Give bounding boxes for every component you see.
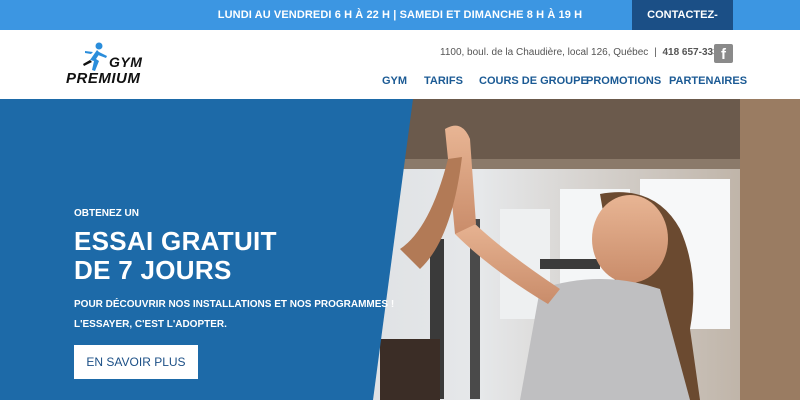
logo-gym-text: GYM (109, 54, 143, 70)
hero-banner: OBTENEZ UN ESSAI GRATUIT DE 7 JOURS POUR… (0, 99, 800, 400)
site-header: GYM PREMIUM 1100, boul. de la Chaudière,… (0, 30, 800, 99)
nav-tarifs[interactable]: TARIFS (424, 72, 463, 90)
nav-promotions[interactable]: PROMOTIONS (586, 72, 661, 90)
nav-gym[interactable]: GYM (382, 72, 407, 90)
hero-subtitle: POUR DÉCOUVRIR NOS INSTALLATIONS ET NOS … (74, 295, 394, 335)
separator: | (654, 47, 657, 58)
nav-partenaires[interactable]: PARTENAIRES (669, 72, 747, 90)
contact-info: 1100, boul. de la Chaudière, local 126, … (440, 45, 724, 61)
hero-subtitle-line-1: POUR DÉCOUVRIR NOS INSTALLATIONS ET NOS … (74, 299, 395, 310)
hero-title: ESSAI GRATUIT DE 7 JOURS (74, 227, 277, 285)
top-bar: LUNDI AU VENDREDI 6 H À 22 H | SAMEDI ET… (0, 0, 800, 51)
hero-eyebrow: OBTENEZ UN (74, 208, 139, 219)
main-nav: GYM TARIFS COURS DE GROUPE PROMOTIONS PA… (0, 72, 800, 90)
facebook-icon[interactable]: f (714, 44, 733, 63)
hero-title-line-1: ESSAI GRATUIT (74, 226, 277, 256)
nav-cours-de-groupe[interactable]: COURS DE GROUPE (479, 72, 588, 90)
hero-title-line-2: DE 7 JOURS (74, 255, 232, 285)
contact-button[interactable]: CONTACTEZ-NOUS (632, 0, 733, 51)
hero-subtitle-line-2: L'ESSAYER, C'EST L'ADOPTER. (74, 319, 227, 330)
address-text: 1100, boul. de la Chaudière, local 126, … (440, 47, 649, 58)
learn-more-button[interactable]: EN SAVOIR PLUS (74, 345, 198, 379)
